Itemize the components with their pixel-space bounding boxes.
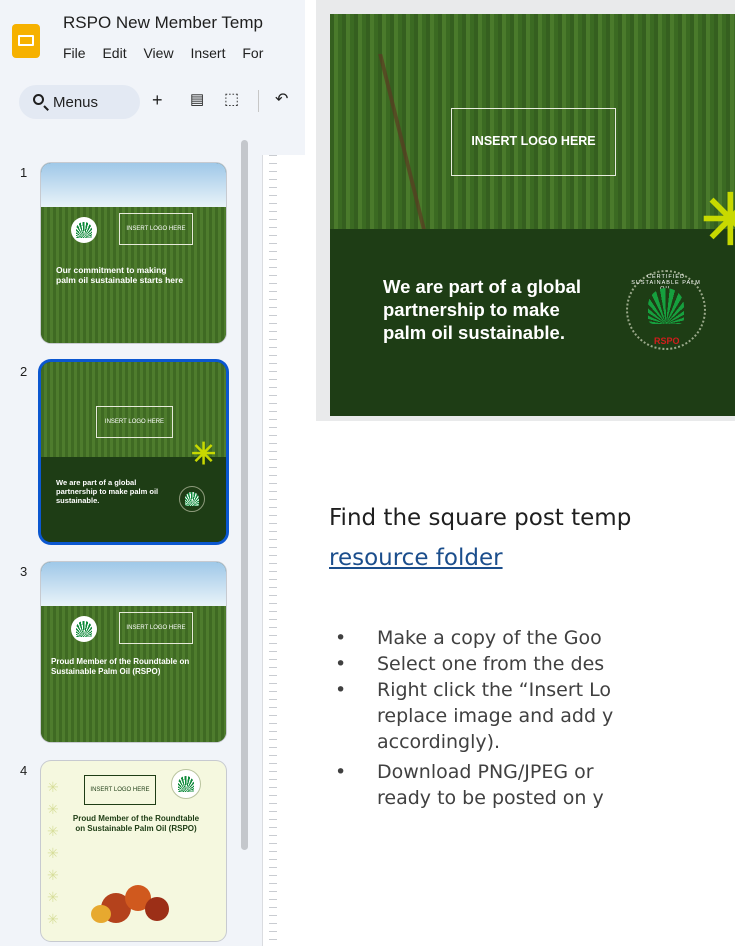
logo-placeholder: INSERT LOGO HERE (84, 775, 156, 805)
list-item: • Make a copy of the Goo (335, 627, 602, 649)
list-item: • Download PNG/JPEG or (335, 761, 594, 783)
slides-app-panel: RSPO New Member Temp File Edit View Inse… (0, 0, 305, 946)
rspo-seal (171, 769, 201, 799)
slide-number: 2 (20, 364, 28, 379)
menu-file[interactable]: File (63, 45, 86, 61)
rspo-certified-seal: CERTIFIED SUSTAINABLE PALM OIL RSPO (626, 270, 706, 362)
thumbnail-scrollbar[interactable] (241, 140, 248, 850)
list-item-continued: accordingly). (377, 731, 501, 753)
rspo-seal (179, 486, 205, 512)
palm-leaves-icon (648, 288, 684, 324)
menu-edit[interactable]: Edit (102, 45, 126, 61)
slide-caption: Proud Member of the Roundtable on Sustai… (72, 814, 200, 833)
vertical-ruler (262, 155, 305, 946)
app-header: RSPO New Member Temp File Edit View Inse… (0, 0, 305, 75)
instruction-text: Find the square post temp (329, 505, 632, 531)
palm-fruit-image (91, 879, 171, 924)
rspo-logo (71, 616, 97, 642)
burst-icon: ✳ (191, 438, 217, 471)
logo-placeholder: INSERT LOGO HERE (119, 213, 193, 245)
toolbar: Menus + ▤ ⬚ ↶ (0, 82, 305, 122)
list-item-continued: replace image and add y (377, 705, 614, 727)
insert-logo-box: INSERT LOGO HERE (451, 108, 616, 176)
slide-thumbnail-4[interactable]: INSERT LOGO HERE Proud Member of the Rou… (41, 761, 226, 941)
undo-icon[interactable]: ↶ (275, 90, 288, 110)
slide-number: 1 (20, 165, 28, 180)
sky-image (41, 163, 226, 207)
layout-icon[interactable]: ▤ (190, 90, 204, 110)
menu-view[interactable]: View (143, 45, 173, 61)
search-menus-button[interactable]: Menus (19, 85, 140, 119)
search-menus-label: Menus (53, 94, 99, 111)
slide-caption: Our commitment to making palm oil sustai… (56, 265, 184, 285)
plus-icon[interactable]: + (152, 90, 163, 110)
document-title[interactable]: RSPO New Member Temp (63, 13, 263, 33)
list-item: • Right click the “Insert Lo (335, 679, 612, 701)
instruction-list: • Make a copy of the Goo • Select one from… (329, 625, 735, 811)
headline-line-2: partnership to make (383, 299, 560, 320)
menu-bar: File Edit View Insert For (63, 45, 276, 61)
slide-number: 4 (20, 763, 28, 778)
preview-headline: We are part of a global partnership to m… (383, 275, 581, 344)
burst-icon: ✳ (701, 181, 735, 259)
slide-caption: We are part of a global partnership to m… (56, 478, 159, 505)
headline-line-1: We are part of a global (383, 276, 582, 297)
new-box-icon[interactable]: ⬚ (224, 90, 239, 110)
search-icon (33, 94, 44, 105)
slide-thumbnail-3[interactable]: INSERT LOGO HERE Proud Member of the Rou… (41, 562, 226, 742)
toolbar-divider (258, 90, 259, 112)
google-slides-icon[interactable] (12, 24, 40, 58)
burst-pattern: ✳ ✳ ✳ ✳ ✳ ✳ ✳ (47, 779, 59, 927)
list-item-continued: ready to be posted on y (377, 787, 604, 809)
menu-format[interactable]: For (242, 45, 263, 61)
rspo-logo (71, 217, 97, 243)
seal-brand: RSPO (654, 336, 680, 346)
list-item: • Select one from the des (335, 653, 605, 675)
resource-folder-link[interactable]: resource folder (329, 545, 503, 571)
logo-placeholder: INSERT LOGO HERE (119, 612, 193, 644)
slide-thumbnail-1[interactable]: INSERT LOGO HERE Our commitment to makin… (41, 163, 226, 343)
menu-insert[interactable]: Insert (190, 45, 225, 61)
logo-placeholder: INSERT LOGO HERE (96, 406, 173, 438)
sky-image (41, 562, 226, 606)
slide-caption: Proud Member of the Roundtable on Sustai… (51, 657, 190, 676)
headline-line-3: palm oil sustainable. (383, 322, 565, 343)
slide-number: 3 (20, 564, 28, 579)
slide-thumbnail-2[interactable]: INSERT LOGO HERE ✳ We are part of a glob… (41, 362, 226, 542)
